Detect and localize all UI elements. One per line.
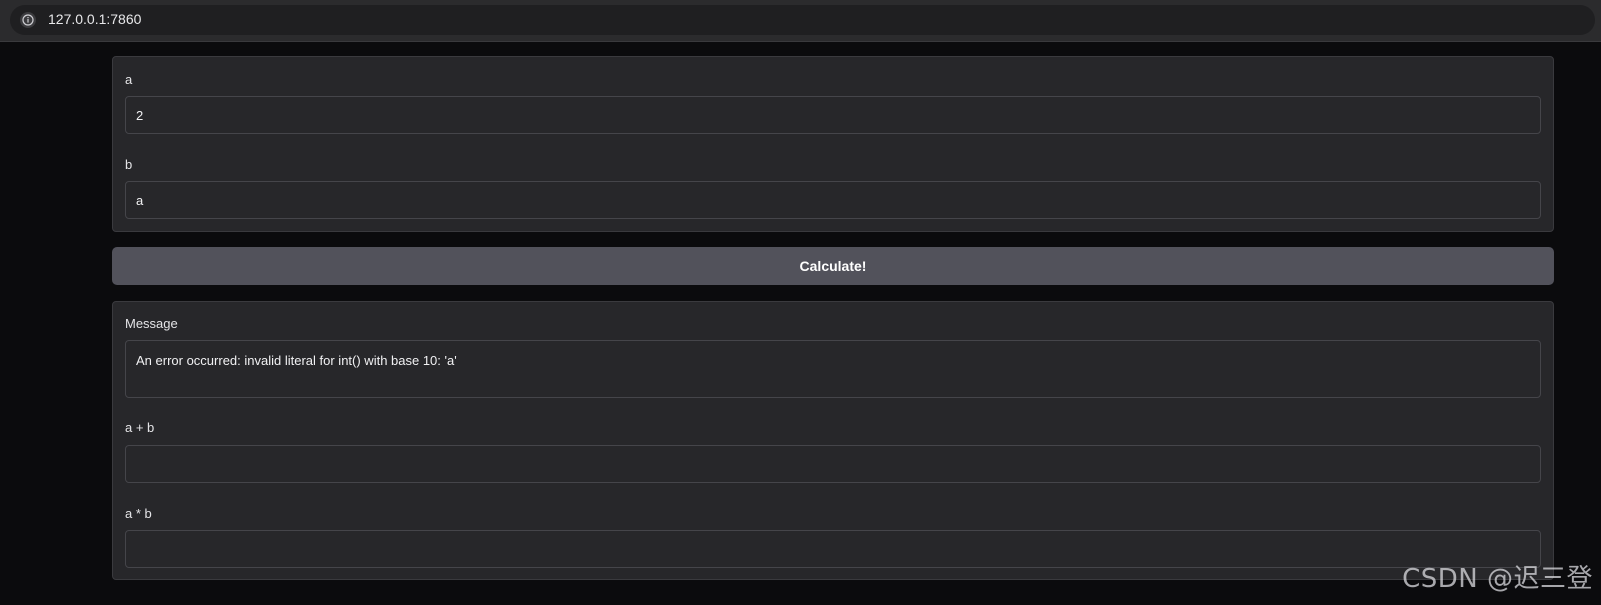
input-a-label: a <box>125 72 133 87</box>
input-b-field[interactable]: a <box>125 181 1541 219</box>
product-label: a * b <box>125 506 152 521</box>
input-a-field[interactable]: 2 <box>125 96 1541 134</box>
site-info-icon[interactable] <box>20 12 36 28</box>
url-text: 127.0.0.1:7860 <box>48 11 142 27</box>
calculate-button[interactable]: Calculate! <box>112 247 1554 285</box>
input-b-label: b <box>125 157 133 172</box>
outputs-panel: Message An error occurred: invalid liter… <box>112 301 1554 580</box>
sum-label: a + b <box>125 420 155 435</box>
message-label: Message <box>125 316 178 331</box>
inputs-panel: a 2 b a <box>112 56 1554 232</box>
message-output[interactable]: An error occurred: invalid literal for i… <box>125 340 1541 398</box>
address-bar[interactable]: 127.0.0.1:7860 <box>10 5 1595 35</box>
product-output[interactable] <box>125 530 1541 568</box>
sum-output[interactable] <box>125 445 1541 483</box>
csdn-watermark: CSDN @迟三登 <box>1402 564 1593 594</box>
browser-toolbar: 127.0.0.1:7860 <box>0 0 1601 42</box>
